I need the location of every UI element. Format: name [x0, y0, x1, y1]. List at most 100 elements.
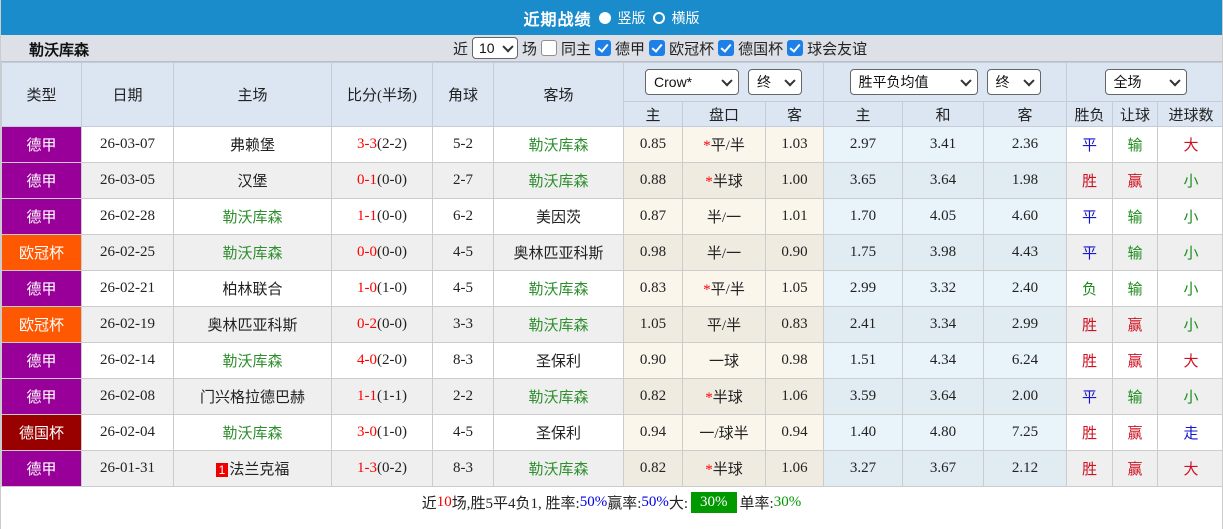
home-team: 勒沃库森	[222, 246, 282, 262]
result-outcome: 平	[1067, 199, 1113, 235]
sub-header-avg-lose: 客	[984, 102, 1067, 127]
sub-header-handicap: 盘口	[683, 102, 766, 127]
avg-time-select[interactable]: 终	[987, 69, 1041, 95]
avg-lose-odds: 6.24	[984, 343, 1067, 379]
result-handicap: 赢	[1113, 415, 1158, 451]
match-date: 26-02-28	[82, 199, 174, 235]
handicap: 一/球半	[699, 426, 748, 442]
handicap-star: *	[705, 462, 713, 478]
avg-win-odds: 2.97	[824, 127, 903, 163]
home-team: 法兰克福	[229, 462, 289, 478]
horizontal-layout-radio[interactable]	[653, 12, 665, 24]
match-date: 26-02-19	[82, 307, 174, 343]
league-label-deguobei[interactable]: 德国杯	[738, 38, 783, 59]
result-handicap: 输	[1113, 271, 1158, 307]
result-handicap: 赢	[1113, 163, 1158, 199]
handicap-star: *	[705, 390, 713, 406]
result-outcome: 胜	[1067, 163, 1113, 199]
away-team: 奥林匹亚科斯	[513, 246, 603, 262]
handicap: 半/一	[707, 246, 741, 262]
summary-segment: 30%	[691, 492, 737, 513]
away-team-cell: 勒沃库森	[494, 379, 624, 415]
handicap-star: *	[703, 282, 711, 298]
league-checkbox-deguobei[interactable]	[718, 40, 734, 56]
home-odds: 0.82	[624, 379, 683, 415]
league-badge: 德甲	[2, 271, 82, 307]
avg-odds-select[interactable]: 胜平负均值	[850, 69, 978, 95]
score-cell: 1-3(0-2)	[332, 451, 433, 487]
half-time-score: (0-0)	[377, 244, 407, 260]
sub-header-home-odds: 主	[624, 102, 683, 127]
league-badge: 欧冠杯	[2, 307, 82, 343]
result-goals: 大	[1158, 127, 1223, 163]
col-header-date: 日期	[82, 63, 174, 127]
avg-draw-odds: 3.41	[903, 127, 984, 163]
away-team: 勒沃库森	[528, 390, 588, 406]
result-goals: 小	[1158, 163, 1223, 199]
recent-count-select[interactable]: 10	[472, 37, 518, 59]
summary-segment: 10	[437, 494, 452, 511]
same-home-checkbox[interactable]	[541, 40, 557, 56]
corner-score: 2-7	[433, 163, 494, 199]
full-time-score: 0-0	[357, 244, 377, 260]
half-time-score: (1-0)	[377, 280, 407, 296]
score-cell: 3-0(1-0)	[332, 415, 433, 451]
col-header-home: 主场	[174, 63, 332, 127]
sub-header-avg-win: 主	[824, 102, 903, 127]
home-odds: 0.88	[624, 163, 683, 199]
vertical-layout-label[interactable]: 竖版	[618, 8, 646, 28]
league-checkbox-ouguanbei[interactable]	[649, 40, 665, 56]
away-team: 圣保利	[536, 426, 581, 442]
away-odds: 0.83	[766, 307, 824, 343]
home-team: 勒沃库森	[222, 210, 282, 226]
handicap-cell: *半球	[683, 163, 766, 199]
result-goals: 走	[1158, 415, 1223, 451]
league-badge: 德甲	[2, 163, 82, 199]
away-team-cell: 勒沃库森	[494, 127, 624, 163]
match-date: 26-02-04	[82, 415, 174, 451]
score-cell: 0-1(0-0)	[332, 163, 433, 199]
away-team-cell: 圣保利	[494, 343, 624, 379]
handicap-cell: 半/一	[683, 199, 766, 235]
league-checkbox-dejia[interactable]	[595, 40, 611, 56]
vertical-layout-radio[interactable]	[599, 12, 611, 24]
handicap-star: *	[705, 174, 713, 190]
handicap: 半球	[713, 390, 743, 406]
league-label-dejia[interactable]: 德甲	[615, 38, 645, 59]
home-odds: 0.82	[624, 451, 683, 487]
result-outcome: 负	[1067, 271, 1113, 307]
handicap: 一球	[709, 354, 739, 370]
horizontal-layout-label[interactable]: 横版	[672, 8, 700, 28]
league-checkbox-friendly[interactable]	[787, 40, 803, 56]
avg-odds-group: 胜平负均值 终	[824, 63, 1067, 102]
match-date: 26-02-21	[82, 271, 174, 307]
half-time-score: (0-0)	[377, 316, 407, 332]
avg-draw-odds: 4.80	[903, 415, 984, 451]
match-row: 德甲 26-01-31 1法兰克福 1-3(0-2) 8-3 勒沃库森 0.82…	[2, 451, 1223, 487]
avg-draw-odds: 4.05	[903, 199, 984, 235]
league-label-friendly[interactable]: 球会友谊	[807, 38, 867, 59]
score-cell: 3-3(2-2)	[332, 127, 433, 163]
games-label: 场	[522, 38, 537, 59]
away-odds: 1.03	[766, 127, 824, 163]
match-row: 德甲 26-03-05 汉堡 0-1(0-0) 2-7 勒沃库森 0.88 *半…	[2, 163, 1223, 199]
match-scope-select[interactable]: 全场	[1105, 69, 1187, 95]
odds-company-select[interactable]: Crow*	[645, 69, 739, 95]
home-odds: 0.98	[624, 235, 683, 271]
match-date: 26-02-25	[82, 235, 174, 271]
filter-bar: 勒沃库森 近 10 场 同主 德甲 欧冠杯 德国杯 球会友谊	[1, 35, 1222, 62]
avg-draw-odds: 4.34	[903, 343, 984, 379]
sub-header-outcome: 胜负	[1067, 102, 1113, 127]
home-team: 汉堡	[237, 174, 267, 190]
same-home-label[interactable]: 同主	[561, 38, 591, 59]
match-row: 德甲 26-02-14 勒沃库森 4-0(2-0) 8-3 圣保利 0.90 一…	[2, 343, 1223, 379]
home-odds: 0.94	[624, 415, 683, 451]
odds-company-time-select[interactable]: 终	[748, 69, 802, 95]
away-odds: 1.06	[766, 379, 824, 415]
col-header-score: 比分(半场)	[332, 63, 433, 127]
rank-badge: 1	[216, 463, 229, 477]
away-odds: 1.06	[766, 451, 824, 487]
league-label-ouguanbei[interactable]: 欧冠杯	[669, 38, 714, 59]
result-goals: 大	[1158, 343, 1223, 379]
title-bar: 近期战绩 竖版 横版	[1, 0, 1222, 35]
